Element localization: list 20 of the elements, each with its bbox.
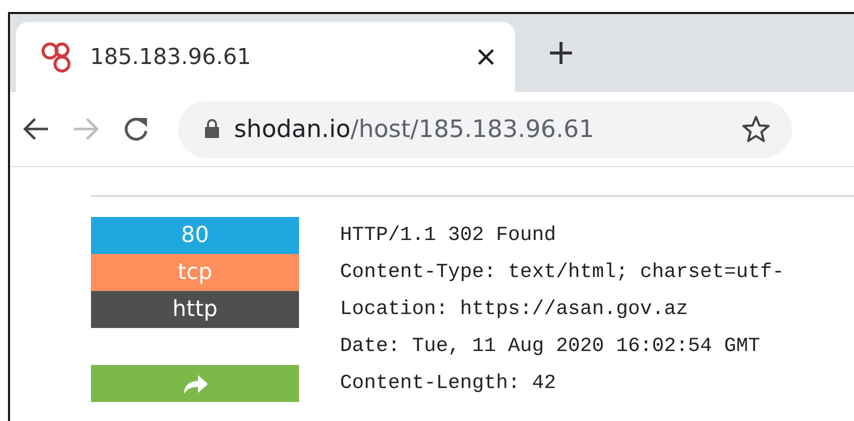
service-tag: http (91, 291, 299, 328)
lock-icon (204, 119, 220, 139)
response-header-line: Date: Tue, 11 Aug 2020 16:02:54 GMT (340, 334, 762, 360)
url-domain: shodan.io (234, 115, 351, 143)
address-bar[interactable]: shodan.io/host/185.183.96.61 (178, 100, 792, 158)
response-header-line: Content-Type: text/html; charset=utf- (340, 260, 784, 286)
response-header-line: Location: https://asan.gov.az (340, 297, 690, 323)
response-header-line: Content-Length: 42 (340, 371, 558, 397)
url-path: /host/185.183.96.61 (350, 115, 594, 143)
back-arrow-icon[interactable] (22, 117, 50, 141)
new-tab-icon[interactable] (549, 41, 573, 65)
browser-tab[interactable]: 185.183.96.61 (16, 22, 515, 92)
service-tag: 80 (91, 217, 299, 254)
star-icon[interactable] (742, 115, 770, 143)
response-header-line: HTTP/1.1 302 Found (340, 223, 558, 249)
share-arrow-icon (181, 372, 209, 394)
tab-title: 185.183.96.61 (90, 44, 252, 72)
reload-icon[interactable] (122, 115, 150, 143)
close-icon[interactable] (477, 48, 495, 66)
service-tag: tcp (91, 254, 299, 291)
